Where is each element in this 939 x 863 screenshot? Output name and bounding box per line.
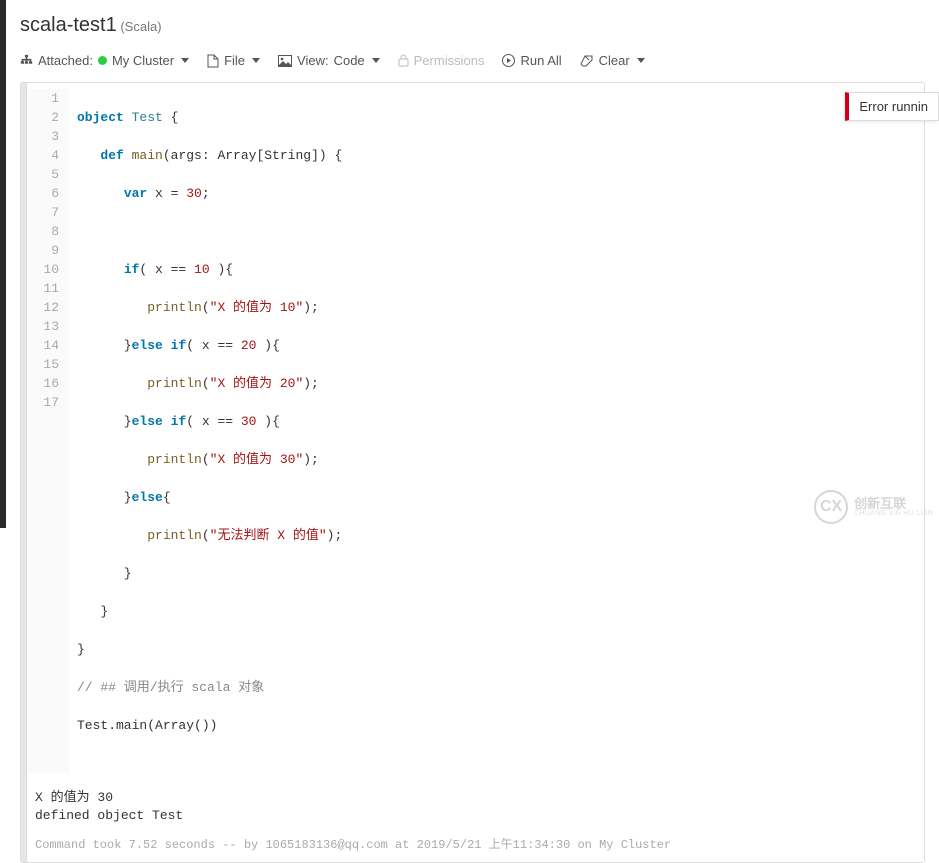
output-line: defined object Test	[35, 807, 910, 825]
line-number: 3	[27, 127, 59, 146]
line-number: 7	[27, 203, 59, 222]
sitemap-icon	[20, 54, 33, 67]
output-line: X 的值为 30	[35, 789, 910, 807]
line-number: 5	[27, 165, 59, 184]
permissions-label: Permissions	[414, 53, 485, 68]
line-number: 10	[27, 260, 59, 279]
watermark-logo: CX	[814, 490, 848, 524]
eraser-icon	[580, 55, 594, 67]
toolbar: Attached: My Cluster File View: Code Per…	[20, 47, 925, 78]
cell-gutter-bar	[21, 83, 27, 862]
image-icon	[278, 55, 292, 67]
line-number: 8	[27, 222, 59, 241]
line-number-gutter: 1 2 3 4 5 6 7 8 9 10 11 12 13 14 15 16 1…	[27, 89, 69, 773]
watermark-sub: CHUANG XIN HU LIAN	[854, 510, 933, 517]
chevron-down-icon	[252, 58, 260, 63]
code-cell[interactable]: 1 2 3 4 5 6 7 8 9 10 11 12 13 14 15 16 1…	[20, 82, 925, 863]
sidebar-edge	[0, 0, 6, 528]
title-row: scala-test1 (Scala)	[20, 0, 925, 47]
file-label: File	[224, 53, 245, 68]
chevron-down-icon	[637, 58, 645, 63]
main-area: scala-test1 (Scala) Attached: My Cluster…	[6, 0, 939, 863]
line-number: 13	[27, 317, 59, 336]
chevron-down-icon	[181, 58, 189, 63]
watermark: CX 创新互联 CHUANG XIN HU LIAN	[814, 490, 933, 524]
clear-label: Clear	[599, 53, 630, 68]
watermark-text: 创新互联	[854, 498, 933, 510]
file-icon	[207, 54, 219, 68]
line-number: 14	[27, 336, 59, 355]
code-editor[interactable]: 1 2 3 4 5 6 7 8 9 10 11 12 13 14 15 16 1…	[21, 83, 924, 779]
cluster-name: My Cluster	[112, 53, 174, 68]
line-number: 1	[27, 89, 59, 108]
attached-label: Attached:	[38, 53, 93, 68]
notebook-language: (Scala)	[120, 19, 161, 34]
error-notification[interactable]: Error runnin	[845, 92, 939, 121]
file-menu[interactable]: File	[207, 53, 260, 68]
view-label: View:	[297, 53, 329, 68]
clear-menu[interactable]: Clear	[580, 53, 645, 68]
permissions-button: Permissions	[398, 53, 485, 68]
line-number: 12	[27, 298, 59, 317]
line-number: 11	[27, 279, 59, 298]
lock-icon	[398, 54, 409, 67]
view-menu[interactable]: View: Code	[278, 53, 380, 68]
line-number: 4	[27, 146, 59, 165]
line-number: 17	[27, 393, 59, 412]
attached-cluster[interactable]: Attached: My Cluster	[20, 53, 189, 68]
line-number: 6	[27, 184, 59, 203]
line-number: 15	[27, 355, 59, 374]
chevron-down-icon	[372, 58, 380, 63]
error-text: Error runnin	[859, 99, 928, 114]
cell-output: X 的值为 30 defined object Test	[21, 779, 924, 829]
cluster-status-dot	[98, 56, 107, 65]
run-all-label: Run All	[520, 53, 561, 68]
cell-meta: Command took 7.52 seconds -- by 10651831…	[21, 829, 924, 862]
view-value: Code	[334, 53, 365, 68]
play-icon	[502, 54, 515, 67]
line-number: 9	[27, 241, 59, 260]
code-content[interactable]: object Test { def main(args: Array[Strin…	[69, 89, 924, 773]
line-number: 16	[27, 374, 59, 393]
notebook-title[interactable]: scala-test1	[20, 14, 117, 36]
line-number: 2	[27, 108, 59, 127]
run-all-button[interactable]: Run All	[502, 53, 561, 68]
